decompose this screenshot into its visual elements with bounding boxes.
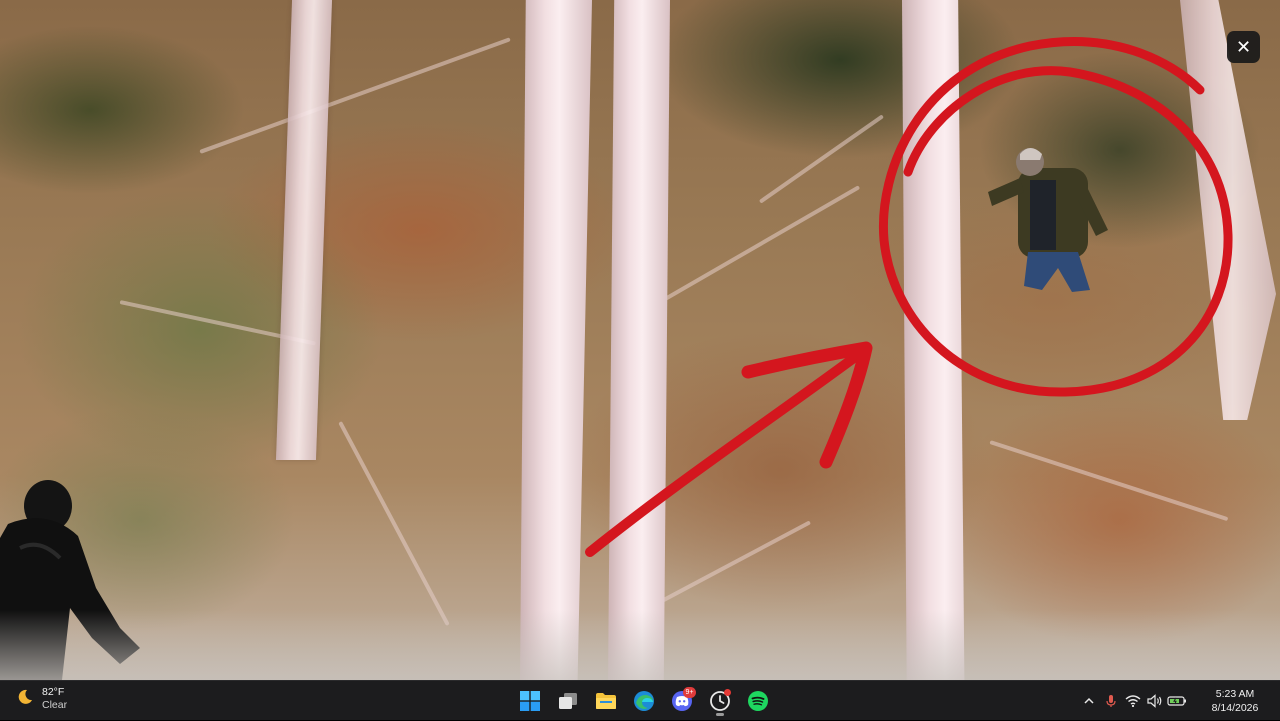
battery-icon[interactable] [1166, 690, 1188, 712]
spotify-icon [748, 691, 768, 711]
taskbar: 82°F Clear 9+ 5:23 AM 8/14/2026 [0, 680, 1280, 720]
folder-icon [596, 693, 616, 709]
file-explorer-app[interactable] [590, 685, 622, 717]
annotation-arrow-shaft [585, 347, 867, 557]
notification-badge: 9+ [683, 687, 696, 698]
moon-icon [16, 688, 34, 711]
close-button[interactable]: ✕ [1227, 31, 1260, 63]
taskbar-apps: 9+ [514, 685, 774, 717]
microphone-icon[interactable] [1100, 690, 1122, 712]
edge-icon [634, 691, 654, 711]
chevron-up-icon[interactable] [1078, 690, 1100, 712]
annotation-layer [585, 37, 1233, 557]
clock-date: 8/14/2026 [1211, 702, 1259, 714]
weather-temperature: 82°F [42, 686, 65, 698]
clock-time: 5:23 AM [1215, 688, 1255, 700]
clock-app[interactable] [704, 685, 736, 717]
annotation-circle [878, 37, 1233, 397]
weather-widget[interactable]: 82°F Clear [16, 686, 67, 712]
volume-icon[interactable] [1144, 690, 1166, 712]
edge-app[interactable] [628, 685, 660, 717]
photo-viewer: ✕ [0, 0, 1280, 680]
spotify-app[interactable] [742, 685, 774, 717]
discord-app[interactable]: 9+ [666, 685, 698, 717]
start-button[interactable] [514, 685, 546, 717]
windows-logo-icon [520, 691, 540, 711]
weather-condition: Clear [42, 699, 68, 711]
wifi-icon[interactable] [1122, 690, 1144, 712]
notification-dot [724, 689, 731, 696]
task-view-button[interactable] [552, 685, 584, 717]
task-view-icon [559, 693, 577, 709]
taskbar-clock[interactable]: 5:23 AM 8/14/2026 [1196, 687, 1274, 715]
close-icon: ✕ [1235, 36, 1252, 57]
system-tray: 5:23 AM 8/14/2026 [1078, 681, 1280, 721]
